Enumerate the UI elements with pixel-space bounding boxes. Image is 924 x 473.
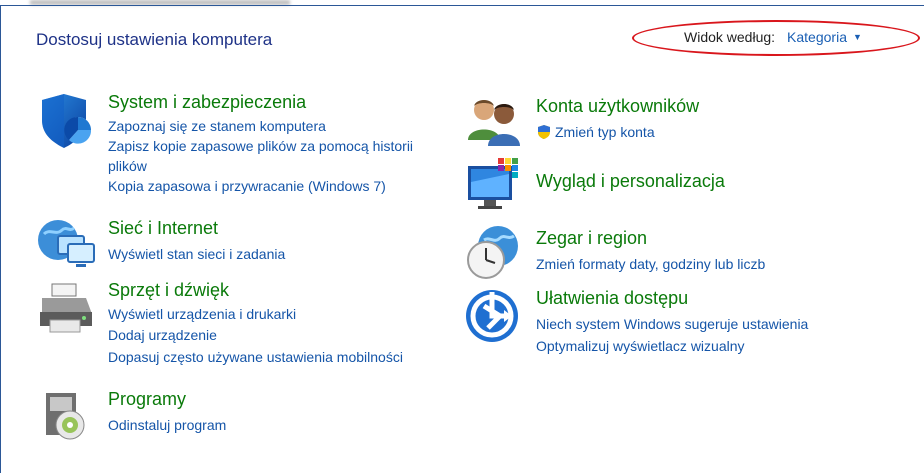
link-network-status[interactable]: Wyświetl stan sieci i zadania	[108, 244, 285, 264]
link-add-device[interactable]: Dodaj urządzenie	[108, 325, 217, 345]
link-optimize-display[interactable]: Optymalizuj wyświetlacz wizualny	[536, 336, 745, 356]
category-title[interactable]: Konta użytkowników	[536, 96, 699, 117]
accessibility-icon[interactable]	[464, 286, 526, 348]
link-label: Zmień typ konta	[555, 124, 655, 140]
link-change-account-type[interactable]: Zmień typ konta	[536, 122, 655, 142]
link-file-history[interactable]: Zapisz kopie zapasowe plików za pomocą h…	[108, 136, 438, 176]
uac-shield-icon	[538, 125, 550, 139]
network-globe-icon[interactable]	[36, 214, 98, 276]
highlight-ellipse	[632, 20, 920, 56]
users-icon[interactable]	[464, 92, 526, 154]
link-devices-printers[interactable]: Wyświetl urządzenia i drukarki	[108, 304, 296, 324]
monitor-colors-icon[interactable]	[464, 156, 526, 218]
page-title: Dostosuj ustawienia komputera	[36, 30, 273, 49]
clock-globe-icon[interactable]	[464, 222, 526, 284]
link-change-formats[interactable]: Zmień formaty daty, godziny lub liczb	[536, 254, 765, 274]
category-title[interactable]: Sieć i Internet	[108, 218, 218, 239]
link-check-status[interactable]: Zapoznaj się ze stanem komputera	[108, 116, 326, 136]
category-title[interactable]: Wygląd i personalizacja	[536, 171, 725, 192]
link-windows-suggest[interactable]: Niech system Windows sugeruje ustawienia	[536, 314, 808, 334]
link-uninstall-program[interactable]: Odinstaluj program	[108, 415, 226, 435]
category-title[interactable]: System i zabezpieczenia	[108, 92, 306, 113]
programs-disc-icon[interactable]	[36, 385, 98, 447]
category-title[interactable]: Programy	[108, 389, 186, 410]
category-title[interactable]: Zegar i region	[536, 228, 647, 249]
category-title[interactable]: Sprzęt i dźwięk	[108, 280, 229, 301]
link-mobility-settings[interactable]: Dopasuj często używane ustawienia mobiln…	[108, 347, 403, 367]
printer-icon[interactable]	[36, 278, 98, 340]
link-backup-restore[interactable]: Kopia zapasowa i przywracanie (Windows 7…	[108, 176, 386, 196]
shield-icon[interactable]	[36, 90, 98, 152]
category-title[interactable]: Ułatwienia dostępu	[536, 288, 688, 309]
